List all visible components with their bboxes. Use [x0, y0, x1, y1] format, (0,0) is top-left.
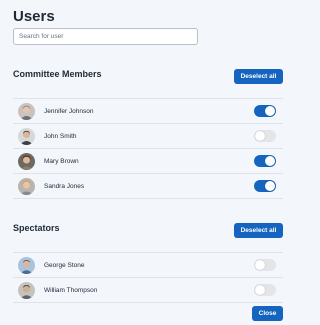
member-name: John Smith	[44, 132, 77, 140]
member-name: Mary Brown	[44, 157, 79, 165]
avatar	[18, 127, 35, 145]
toggle-switch[interactable]	[254, 284, 276, 296]
close-button[interactable]: Close	[252, 306, 283, 321]
toggle-switch[interactable]	[254, 259, 276, 271]
member-name: Sandra Jones	[44, 182, 85, 190]
member-name: Jennifer Johnson	[44, 107, 94, 115]
avatar	[18, 256, 35, 274]
toggle-switch[interactable]	[254, 155, 276, 167]
page-title: Users	[13, 8, 55, 25]
committee-deselect-all-button[interactable]: Deselect all	[234, 69, 283, 84]
toggle-switch[interactable]	[254, 105, 276, 117]
spectators-list: George Stone William Thompson	[13, 252, 283, 303]
spectators-section-title: Spectators	[13, 223, 60, 233]
list-item-jennifer-johnson: Jennifer Johnson	[13, 99, 283, 124]
member-name: William Thompson	[44, 286, 98, 294]
committee-list: Jennifer Johnson John Smith Mary Brown S…	[13, 98, 283, 199]
toggle-switch[interactable]	[254, 130, 276, 142]
list-item-mary-brown: Mary Brown	[13, 149, 283, 174]
avatar	[18, 281, 35, 299]
list-item-sandra-jones: Sandra Jones	[13, 174, 283, 199]
avatar	[18, 152, 35, 170]
spectators-deselect-all-button[interactable]: Deselect all	[234, 223, 283, 238]
committee-section-title: Committee Members	[13, 69, 102, 79]
avatar	[18, 177, 35, 195]
search-input[interactable]	[13, 28, 198, 45]
list-item-john-smith: John Smith	[13, 124, 283, 149]
member-name: George Stone	[44, 261, 85, 269]
list-item-william-thompson: William Thompson	[13, 278, 283, 303]
toggle-switch[interactable]	[254, 180, 276, 192]
avatar	[18, 102, 35, 120]
list-item-george-stone: George Stone	[13, 253, 283, 278]
